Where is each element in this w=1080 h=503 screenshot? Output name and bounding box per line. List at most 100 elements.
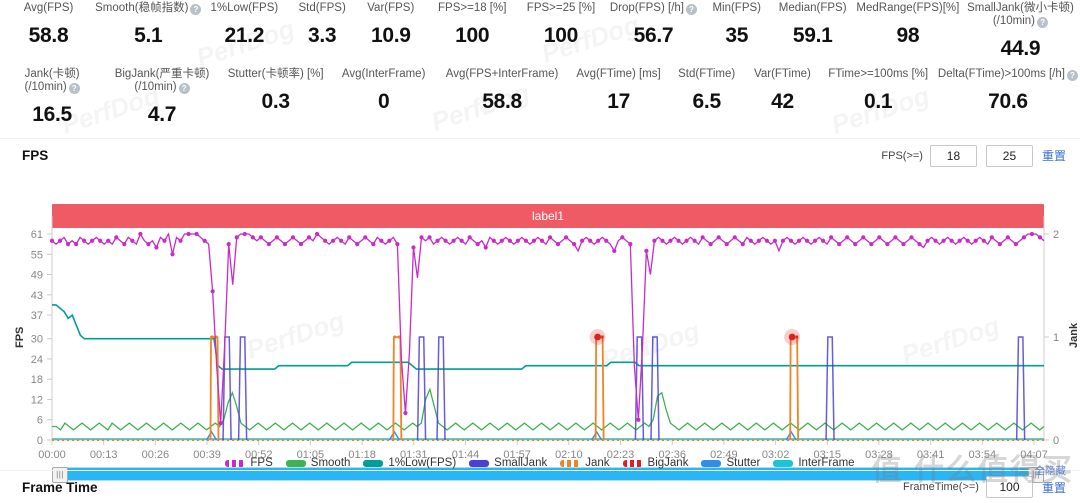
y2-axis-tick-label: 2: [1053, 229, 1059, 241]
metric-cell: BigJank(严重卡顿) (/10min)? 4.7: [104, 66, 220, 127]
series-fps-marker: [1005, 235, 1010, 240]
series-fps-marker: [234, 235, 239, 240]
series-fps-marker: [1013, 242, 1018, 247]
series-fps-marker: [596, 238, 601, 243]
fps-threshold-label: FPS(>=): [881, 149, 923, 162]
series-fps-marker: [483, 245, 488, 250]
series-fps-marker: [57, 238, 63, 243]
series-fps-marker: [419, 235, 424, 240]
series-fps-marker: [877, 235, 882, 240]
series-fps-marker: [620, 235, 625, 240]
series-fps-marker: [925, 238, 930, 243]
legend-item-1-low-fps-[interactable]: 1%Low(FPS): [363, 457, 456, 469]
legend-label: FPS: [250, 457, 273, 469]
legend-item-jank[interactable]: Jank: [560, 457, 610, 469]
help-icon[interactable]: ?: [1066, 70, 1078, 81]
series-fps-marker: [885, 242, 890, 247]
metric-value: 98: [896, 24, 920, 47]
series-fps-marker: [403, 410, 408, 416]
series-jank-spike: [789, 336, 800, 441]
series-bigjank-marker: [788, 333, 796, 341]
series-fps-marker: [443, 238, 448, 243]
series-fps-marker: [122, 242, 127, 247]
metric-label: FPS>=25 [%]: [526, 2, 596, 14]
metric-value: 17: [607, 90, 630, 113]
fps-reset-link[interactable]: 重置: [1042, 147, 1066, 164]
help-icon[interactable]: ?: [178, 83, 190, 94]
metric-value: 58.8: [482, 90, 522, 113]
metric-value: 58.8: [28, 24, 69, 47]
y-axis-tick-label: 43: [31, 290, 43, 302]
series-fps-marker: [740, 242, 745, 247]
metric-cell: MedRange(FPS)[%] 98: [855, 0, 961, 48]
series-fps-marker: [893, 235, 898, 240]
frame-time-reset-link[interactable]: 重置: [1042, 479, 1066, 496]
help-icon[interactable]: ?: [1037, 17, 1049, 28]
legend-item-smooth[interactable]: Smooth: [285, 457, 351, 469]
series-fps-marker: [588, 238, 593, 243]
fps-threshold-low-input[interactable]: [929, 144, 977, 167]
metric-label: Var(FPS): [367, 2, 415, 14]
series-fps-marker: [1029, 231, 1035, 237]
series-fps-marker: [507, 238, 512, 243]
metric-label: Drop(FPS) [/h]?: [610, 2, 697, 15]
y2-axis-tick-label: 0: [1053, 435, 1059, 447]
series-fps-marker: [1021, 235, 1027, 240]
series-fps-marker: [90, 238, 95, 243]
metric-label: Min(FPS): [712, 2, 761, 14]
series-fps-marker: [1037, 235, 1043, 240]
help-icon[interactable]: ?: [68, 83, 80, 94]
metric-value: 0.3: [261, 90, 291, 113]
fps-chart[interactable]: label1 FPS Jank 0 6 12 18 24 30 37 43 49 55 61 0 1 2 0…: [0, 172, 1080, 483]
series-fps-marker: [829, 235, 834, 240]
metric-value: 35: [725, 24, 749, 47]
legend-label: Smooth: [310, 457, 351, 469]
series-fps-marker: [748, 238, 753, 243]
series-fps-marker: [531, 238, 537, 243]
series-smalljank-spike: [1015, 336, 1026, 441]
series-fps-marker: [965, 238, 970, 243]
series-fps-marker: [306, 235, 312, 240]
series-fps-marker: [475, 242, 480, 247]
series-fps-marker: [668, 238, 673, 243]
legend-item-smalljank[interactable]: SmallJank: [469, 457, 547, 469]
series-fps-marker: [812, 238, 818, 243]
series-fps-marker: [427, 235, 432, 240]
series-fps-marker: [371, 242, 376, 247]
legend-item-interframe[interactable]: InterFrame: [773, 457, 855, 469]
series-fps-marker: [515, 238, 520, 243]
frame-time-section-header: Frame Time 全隐藏 FrameTime(>=) 重置: [0, 465, 1080, 503]
frame-time-threshold-input[interactable]: [985, 476, 1033, 498]
metric-label: Avg(FPS): [23, 2, 74, 14]
series-fps-marker: [949, 238, 954, 243]
metric-label: BigJank(严重卡顿) (/10min)?: [114, 68, 210, 94]
series-fps-marker: [692, 238, 697, 243]
fps-threshold-high-input[interactable]: [985, 144, 1033, 167]
series-fps-marker: [941, 238, 946, 243]
metric-cell: Min(FPS) 35: [703, 0, 771, 48]
y-axis-tick-label: 6: [37, 415, 43, 427]
series-fps-marker: [138, 231, 143, 237]
series-fps-marker: [909, 235, 914, 240]
help-icon[interactable]: ?: [686, 4, 697, 15]
hide-all-link[interactable]: 全隐藏: [1035, 463, 1067, 478]
series-fps-marker: [901, 242, 906, 247]
legend-item-fps[interactable]: FPS: [225, 457, 273, 469]
series-fps-marker: [98, 238, 103, 243]
series-fps-marker: [804, 238, 810, 243]
metric-value: 4.7: [147, 103, 177, 126]
series-fps-marker: [114, 235, 119, 240]
series-fps-marker: [933, 238, 938, 243]
frame-time-controls: 全隐藏 FrameTime(>=) 重置: [903, 465, 1066, 498]
legend-label: Stutter: [726, 457, 761, 469]
metric-cell: Stutter(卡顿率) [%] 0.3: [220, 66, 332, 114]
metric-cell: SmallJank(微小卡顿) (/10min)? 44.9: [961, 0, 1080, 61]
legend-item-stutter[interactable]: Stutter: [701, 457, 760, 469]
series-fps-marker: [82, 238, 87, 243]
series-fps-marker: [716, 235, 721, 240]
series-fps-marker: [411, 245, 416, 250]
legend-swatch: [285, 459, 306, 467]
legend-swatch: [225, 459, 246, 467]
y-axis-tick-label: 18: [31, 374, 43, 386]
legend-item-bigjank[interactable]: BigJank: [622, 457, 688, 469]
